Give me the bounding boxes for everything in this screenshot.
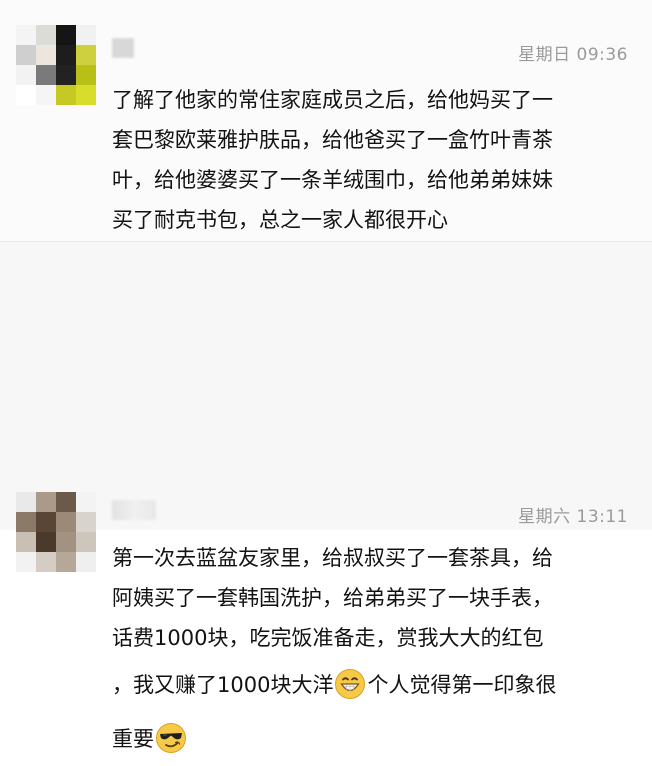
comment-line: ，我又赚了1000块大洋 个人觉得第一印象很: [112, 658, 632, 712]
comment-timestamp: 星期六 13:11: [518, 507, 628, 527]
sunglasses-smirk-icon: [156, 723, 186, 753]
comment-line: 第一次去蓝盆友家里，给叔叔买了一套茶具，给: [112, 546, 553, 570]
comment-text-segment: 个人觉得第一印象很: [367, 673, 557, 697]
comment-timestamp: 星期日 09:36: [518, 45, 628, 65]
comment-text-segment: 重要: [112, 727, 154, 751]
comment-line: 买了耐克书包，总之一家人都很开心: [112, 208, 448, 232]
comment-text-segment: ，我又赚了1000块大洋: [112, 673, 334, 697]
comment-line: 重要: [112, 712, 632, 766]
grinning-face-icon: [335, 669, 366, 699]
comment-line: 叶，给他婆婆买了一条羊绒围巾，给他弟弟妹妹: [112, 168, 553, 192]
avatar-pixelated[interactable]: [16, 492, 96, 572]
comment-card: 星期日 09:36 了解了他家的常住家庭成员之后，给他妈买了一 套巴黎欧莱雅护肤…: [0, 0, 652, 242]
comment-line: 了解了他家的常住家庭成员之后，给他妈买了一: [112, 88, 553, 112]
comment-body: 第一次去蓝盆友家里，给叔叔买了一套茶具，给 阿姨买了一套韩国洗护，给弟弟买了一块…: [112, 538, 632, 766]
comment-card: 星期六 13:11 第一次去蓝盆友家里，给叔叔买了一套茶具，给 阿姨买了一套韩国…: [0, 242, 652, 753]
comment-line: 话费1000块，吃完饭准备走，赏我大大的红包: [112, 626, 544, 650]
comment-line: 套巴黎欧莱雅护肤品，给他爸买了一盒竹叶青茶: [112, 128, 553, 152]
comment-body: 了解了他家的常住家庭成员之后，给他妈买了一 套巴黎欧莱雅护肤品，给他爸买了一盒竹…: [112, 80, 632, 240]
avatar-pixelated[interactable]: [16, 25, 96, 105]
username-blurred[interactable]: [112, 500, 156, 520]
comment-line: 阿姨买了一套韩国洗护，给弟弟买了一块手表，: [112, 586, 553, 610]
username-blurred[interactable]: [112, 38, 134, 58]
